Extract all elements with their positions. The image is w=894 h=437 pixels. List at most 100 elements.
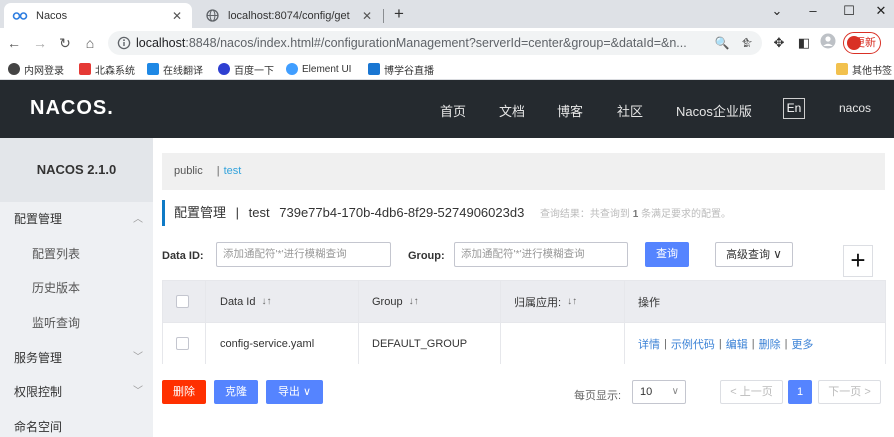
home-icon[interactable]: ⌂ bbox=[80, 33, 100, 53]
table-header: Data Id ↓↑ Group ↓↑ 归属应用: ↓↑ 操作 bbox=[163, 281, 885, 322]
info-icon[interactable] bbox=[117, 36, 131, 50]
sort-icon[interactable]: ↓↑ bbox=[567, 296, 577, 307]
sort-icon[interactable]: ↓↑ bbox=[409, 296, 419, 307]
tab-title: localhost:8074/config/get bbox=[228, 9, 350, 22]
checkbox[interactable] bbox=[176, 337, 189, 350]
url-path: :8848/nacos/index.html#/configurationMan… bbox=[185, 36, 687, 50]
action-separator: | bbox=[751, 337, 755, 350]
cell-actions: 详情 | 示例代码 | 编辑 | 删除 | 更多 bbox=[638, 323, 813, 364]
clone-button[interactable]: 克隆 bbox=[214, 380, 258, 404]
row-checkbox[interactable] bbox=[176, 323, 189, 364]
search-icon[interactable]: 🔍 bbox=[714, 35, 730, 51]
action-details-link[interactable]: 详情 bbox=[638, 336, 660, 352]
bookmark-item[interactable]: 百度一下 bbox=[218, 61, 274, 77]
maximize-icon[interactable]: ☐ bbox=[834, 0, 864, 22]
bookmark-label: 其他书签 bbox=[852, 65, 892, 77]
chevron-right-icon: > bbox=[864, 386, 871, 398]
nav-docs[interactable]: 文档 bbox=[499, 101, 525, 120]
group-input[interactable]: 添加通配符'*'进行模糊查询 bbox=[454, 242, 628, 267]
forward-icon[interactable]: → bbox=[30, 33, 50, 53]
sidebar-item-history[interactable]: 历史版本 bbox=[0, 271, 153, 305]
sidebar-item-namespace[interactable]: 命名空间 bbox=[0, 410, 153, 437]
column-header-app[interactable]: 归属应用: ↓↑ bbox=[514, 281, 577, 322]
sidebar-item-config-list[interactable]: 配置列表 bbox=[0, 237, 153, 271]
chevron-down-icon: ∨ bbox=[773, 247, 782, 261]
tab-title: Nacos bbox=[36, 9, 68, 22]
other-bookmarks[interactable]: 其他书签 bbox=[836, 61, 892, 77]
sidebar-item-service-management[interactable]: 服务管理 ﹀ bbox=[0, 341, 153, 375]
browser-toolbar: ← → ↻ ⌂ localhost:8848/nacos/index.html#… bbox=[0, 28, 894, 58]
next-page-button[interactable]: 下一页 > bbox=[818, 380, 881, 404]
sidebar-item-label: 权限控制 bbox=[14, 385, 63, 399]
star-icon[interactable]: ☆ bbox=[737, 33, 757, 53]
prev-page-button[interactable]: < 上一页 bbox=[720, 380, 783, 404]
action-edit-link[interactable]: 编辑 bbox=[726, 336, 748, 352]
bookmark-item[interactable]: 北森系统 bbox=[79, 61, 135, 77]
batch-delete-button[interactable]: 删除 bbox=[162, 380, 206, 404]
reload-icon[interactable]: ↻ bbox=[55, 33, 75, 53]
address-bar[interactable]: localhost:8848/nacos/index.html#/configu… bbox=[108, 31, 762, 55]
app-header: NACOS. 首页 文档 博客 社区 Nacos企业版 En nacos bbox=[0, 80, 894, 138]
action-more-link[interactable]: 更多 bbox=[791, 336, 813, 352]
action-sample-code-link[interactable]: 示例代码 bbox=[671, 336, 715, 352]
sidebar-item-config-management[interactable]: 配置管理 ︿ bbox=[0, 202, 153, 237]
nav-community[interactable]: 社区 bbox=[617, 101, 643, 120]
minimize-icon[interactable]: – bbox=[798, 0, 828, 22]
user-name[interactable]: nacos bbox=[839, 101, 871, 115]
column-header-actions: 操作 bbox=[638, 296, 660, 309]
avatar bbox=[847, 36, 861, 50]
bookmark-item[interactable]: 博学谷直播 bbox=[368, 61, 434, 77]
action-separator: | bbox=[718, 337, 722, 350]
chevron-down-icon[interactable]: ⌄ bbox=[762, 0, 792, 22]
new-tab-icon[interactable]: + bbox=[388, 4, 410, 24]
page-size-select[interactable]: 10 ∨ bbox=[632, 380, 686, 404]
page-number-button[interactable]: 1 bbox=[788, 380, 812, 404]
export-button[interactable]: 导出 ∨ bbox=[266, 380, 323, 404]
column-header-label: 归属应用: bbox=[514, 296, 562, 309]
prev-page-label: 上一页 bbox=[739, 386, 773, 398]
column-divider bbox=[624, 281, 625, 322]
window-close-icon[interactable]: ✕ bbox=[866, 0, 894, 22]
sidebar-item-listener-query[interactable]: 监听查询 bbox=[0, 306, 153, 340]
column-header-dataid[interactable]: Data Id ↓↑ bbox=[220, 281, 271, 322]
checkbox[interactable] bbox=[176, 295, 189, 308]
tab-config-get[interactable]: localhost:8074/config/get ✕ bbox=[196, 3, 382, 28]
language-switch-button[interactable]: En bbox=[783, 98, 805, 119]
back-icon[interactable]: ← bbox=[4, 33, 24, 53]
namespace-id: 739e77b4-170b-4db6-8f29-5274906023d3 bbox=[279, 205, 525, 220]
bookmark-label: 博学谷直播 bbox=[384, 65, 434, 77]
nacos-logo[interactable]: NACOS. bbox=[30, 97, 114, 120]
action-delete-link[interactable]: 删除 bbox=[759, 336, 781, 352]
advanced-query-button[interactable]: 高级查询 ∨ bbox=[715, 242, 793, 267]
nav-enterprise[interactable]: Nacos企业版 bbox=[676, 101, 752, 120]
bookmark-item[interactable]: Element UI bbox=[286, 61, 351, 77]
namespace-public[interactable]: public bbox=[174, 165, 203, 177]
nav-blog[interactable]: 博客 bbox=[557, 101, 583, 120]
namespace-separator: | bbox=[216, 165, 220, 177]
profile-icon[interactable] bbox=[818, 33, 838, 53]
url-text: localhost:8848/nacos/index.html#/configu… bbox=[136, 36, 696, 50]
extensions-icon[interactable]: ✥ bbox=[769, 33, 789, 53]
bookmark-item[interactable]: 在线翻译 bbox=[147, 61, 203, 77]
sidebar-item-access-control[interactable]: 权限控制 ﹀ bbox=[0, 375, 153, 409]
hint-suffix: 条满足要求的配置。 bbox=[641, 209, 732, 220]
dataid-input[interactable]: 添加通配符'*'进行模糊查询 bbox=[216, 242, 391, 267]
tab-close-icon[interactable]: ✕ bbox=[170, 9, 184, 23]
chevron-down-icon: ﹀ bbox=[133, 352, 143, 363]
sidebar-item-label: 历史版本 bbox=[32, 281, 81, 295]
column-header-group[interactable]: Group ↓↑ bbox=[372, 281, 419, 322]
beisen-icon bbox=[79, 63, 91, 75]
sort-icon[interactable]: ↓↑ bbox=[261, 296, 271, 307]
add-config-button[interactable]: + bbox=[843, 245, 873, 277]
sidebar-item-label: 配置列表 bbox=[32, 247, 81, 261]
side-panel-icon[interactable]: ◧ bbox=[794, 33, 814, 53]
nav-home[interactable]: 首页 bbox=[440, 101, 466, 120]
select-all-checkbox[interactable] bbox=[176, 281, 189, 322]
tab-nacos[interactable]: Nacos ✕ bbox=[4, 3, 192, 28]
tab-close-icon[interactable]: ✕ bbox=[360, 9, 374, 23]
cell-dataid: config-service.yaml bbox=[220, 337, 315, 350]
namespace-current[interactable]: test bbox=[224, 165, 242, 177]
update-button[interactable]: 更新 bbox=[843, 32, 881, 54]
bookmark-item[interactable]: 内网登录 bbox=[8, 61, 64, 77]
query-button[interactable]: 查询 bbox=[645, 242, 689, 267]
